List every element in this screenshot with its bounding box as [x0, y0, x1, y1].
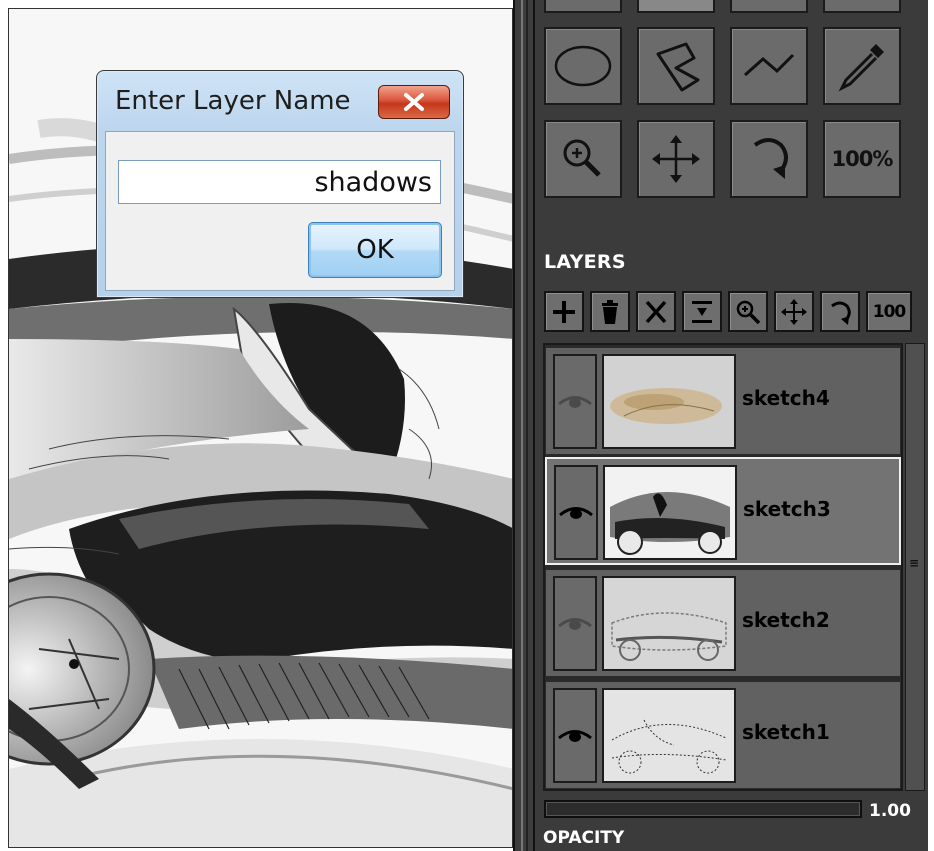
- tool-button-partial[interactable]: [544, 0, 622, 13]
- polyline-tool[interactable]: [730, 27, 808, 105]
- layer-name-input[interactable]: [118, 160, 441, 204]
- layer-thumbnail-image: [605, 467, 735, 558]
- opacity-value: 1.00: [869, 801, 911, 821]
- eye-icon: [559, 506, 593, 519]
- zoom-100-tool[interactable]: 100%: [823, 120, 901, 198]
- eye-icon: [558, 617, 592, 630]
- lasso-tool[interactable]: [637, 27, 715, 105]
- polyline-icon: [744, 53, 795, 77]
- lasso-icon: [656, 42, 700, 92]
- eyedropper-tool[interactable]: [823, 27, 901, 105]
- merge-down-button[interactable]: [682, 291, 722, 332]
- zoom-icon: [563, 139, 601, 177]
- eye-icon: [558, 729, 592, 742]
- merge-down-icon: [692, 300, 712, 323]
- layer-visibility-toggle[interactable]: [553, 688, 597, 783]
- tool-button-partial[interactable]: [823, 0, 901, 13]
- layer-list: sketch4 sketch3 sketch2 sketch1: [543, 343, 903, 791]
- panel-splitter[interactable]: [513, 0, 535, 851]
- eye-icon: [558, 395, 592, 408]
- window-edge: [928, 0, 934, 851]
- layers-title: LAYERS: [544, 251, 626, 273]
- layer-move-button[interactable]: [774, 291, 814, 332]
- delete-layer-icon: [602, 299, 618, 324]
- opacity-label: OPACITY: [543, 828, 625, 848]
- layer-row-sketch4[interactable]: sketch4: [545, 347, 901, 455]
- clear-layer-button[interactable]: [636, 291, 676, 332]
- layer-thumbnail-image: [604, 690, 734, 781]
- zoom-100-label: 100%: [831, 147, 894, 171]
- rotate-tool[interactable]: [730, 120, 808, 198]
- layer-visibility-toggle[interactable]: [553, 354, 597, 449]
- enter-layer-name-dialog: Enter Layer Name OK: [96, 70, 464, 298]
- clear-layer-icon: [645, 300, 667, 323]
- layer-thumbnail-image: [604, 356, 734, 447]
- layer-visibility-toggle[interactable]: [554, 465, 598, 560]
- ok-button[interactable]: OK: [308, 222, 442, 278]
- ellipse-select-icon: [554, 45, 612, 87]
- tool-panel: 100% LAYERS 100 sketch4 sketch3 sketch2 …: [535, 0, 928, 851]
- add-layer-button[interactable]: [544, 291, 584, 332]
- dialog-close-button[interactable]: [378, 85, 450, 119]
- rotate-icon: [753, 138, 788, 179]
- zoom-icon: [736, 300, 761, 324]
- layer-row-sketch2[interactable]: sketch2: [545, 569, 901, 677]
- opacity-slider[interactable]: [544, 800, 862, 818]
- layer-row-sketch1[interactable]: sketch1: [545, 681, 901, 789]
- eyedropper-icon: [838, 44, 884, 92]
- ellipse-select-tool[interactable]: [544, 27, 622, 105]
- layer-thumbnail: [602, 576, 736, 671]
- layer-zoom-100-label: 100: [872, 301, 906, 322]
- layer-name: sketch2: [742, 608, 830, 632]
- layer-thumbnail: [602, 688, 736, 783]
- layer-zoom-100-button[interactable]: 100: [866, 291, 912, 332]
- delete-layer-button[interactable]: [590, 291, 630, 332]
- layer-name: sketch1: [742, 720, 830, 744]
- tool-button-partial[interactable]: [730, 0, 808, 13]
- tool-button-partial[interactable]: [637, 0, 715, 13]
- move-tool[interactable]: [637, 120, 715, 198]
- add-layer-icon: [553, 300, 575, 323]
- scrollbar-grip-icon[interactable]: ≡: [907, 556, 921, 570]
- move-icon: [781, 298, 807, 325]
- move-icon: [652, 135, 700, 183]
- layer-zoom-button[interactable]: [728, 291, 768, 332]
- close-icon: [404, 93, 424, 111]
- dialog-title: Enter Layer Name: [115, 86, 351, 116]
- rotate-icon: [831, 301, 851, 325]
- layer-rotate-button[interactable]: [820, 291, 860, 332]
- layer-name: sketch3: [743, 497, 831, 521]
- layer-thumbnail: [602, 354, 736, 449]
- dialog-body: OK: [105, 131, 455, 291]
- layer-thumbnail-image: [604, 578, 734, 669]
- layer-thumbnail: [603, 465, 737, 560]
- zoom-tool[interactable]: [544, 120, 622, 198]
- layer-name: sketch4: [742, 386, 830, 410]
- layer-visibility-toggle[interactable]: [553, 576, 597, 671]
- layer-row-sketch3[interactable]: sketch3: [545, 457, 901, 565]
